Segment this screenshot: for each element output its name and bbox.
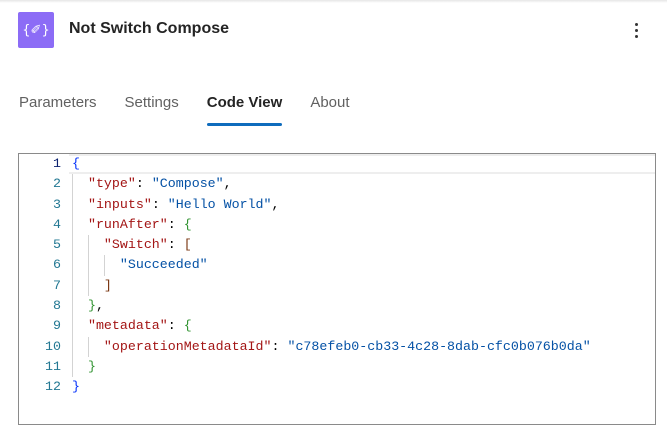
code-line[interactable]: 5 "Switch": [ [19, 235, 655, 256]
code-text: { [72, 154, 80, 174]
json-punctuation [72, 278, 104, 293]
json-punctuation: , [223, 176, 232, 192]
line-number: 5 [53, 237, 61, 253]
code-line[interactable]: 9 "metadata": { [19, 316, 655, 337]
tab-code-view[interactable]: Code View [206, 94, 282, 126]
code-line[interactable]: 4 "runAfter": { [19, 214, 655, 236]
code-text: "Succeeded" [72, 255, 208, 275]
json-bracket: } [87, 298, 96, 314]
json-bracket: { [183, 318, 192, 334]
json-punctuation: : [151, 196, 168, 212]
json-key: "inputs" [87, 196, 152, 212]
json-bracket: } [72, 379, 80, 395]
json-punctuation: : [167, 216, 184, 232]
json-bracket: { [183, 216, 192, 232]
json-punctuation [72, 359, 88, 374]
line-number: 12 [45, 379, 61, 395]
json-string: "Compose" [151, 176, 224, 192]
code-text: "inputs": "Hello World", [72, 195, 280, 215]
json-key: "operationMetadataId" [103, 338, 272, 354]
tab-parameters[interactable]: Parameters [19, 94, 97, 111]
code-text: } [72, 357, 96, 377]
line-number: 8 [53, 298, 61, 314]
code-editor[interactable]: 1{2 "type": "Compose", 3 "inputs": "Hello… [18, 153, 656, 425]
json-string: "c78efeb0-cb33-4c28-8dab-cfc0b076b0da" [287, 338, 591, 354]
json-punctuation: : [271, 338, 288, 354]
line-number: 11 [45, 358, 61, 374]
json-string: "Succeeded" [119, 257, 208, 273]
json-key: "Switch" [103, 237, 168, 253]
json-punctuation: , [271, 196, 280, 212]
code-text: "Switch": [ [72, 235, 192, 255]
line-number: 9 [53, 318, 61, 334]
json-punctuation [72, 339, 104, 354]
code-text: } [72, 377, 80, 397]
json-punctuation [72, 257, 120, 272]
json-punctuation [72, 176, 88, 191]
json-bracket: { [72, 156, 80, 171]
code-line[interactable]: 7 ] [19, 275, 655, 297]
code-line[interactable]: 10 "operationMetadataId": "c78efeb0-cb33… [19, 336, 655, 357]
top-shadow [0, 0, 667, 3]
json-punctuation: : [135, 176, 152, 192]
code-text: "type": "Compose", [72, 174, 232, 194]
code-line[interactable]: 1{ [19, 154, 655, 175]
line-number: 10 [45, 338, 61, 354]
code-text: "operationMetadataId": "c78efeb0-cb33-4c… [72, 337, 591, 357]
json-punctuation: : [167, 318, 184, 334]
json-punctuation [72, 318, 88, 333]
code-line[interactable]: 6 "Succeeded" [19, 255, 655, 276]
code-line[interactable]: 8 }, [19, 296, 655, 317]
code-line[interactable]: 2 "type": "Compose", [19, 174, 655, 195]
json-key: "metadata" [87, 318, 168, 334]
line-number: 6 [53, 257, 61, 273]
code-text: "runAfter": { [72, 215, 192, 235]
line-number: 4 [53, 216, 61, 232]
json-punctuation [72, 197, 88, 212]
json-punctuation [72, 298, 88, 313]
code-line[interactable]: 3 "inputs": "Hello World", [19, 194, 655, 215]
json-punctuation [72, 237, 104, 252]
line-number: 2 [53, 176, 61, 192]
code-line[interactable]: 12} [19, 377, 655, 397]
line-number: 1 [53, 156, 61, 171]
json-string: "Hello World" [167, 196, 272, 212]
json-punctuation [72, 217, 88, 232]
json-key: "runAfter" [87, 216, 168, 232]
json-bracket: ] [103, 277, 112, 293]
code-text: ] [72, 276, 112, 296]
line-number: 3 [53, 196, 61, 212]
code-text: "metadata": { [72, 316, 192, 336]
tab-bar: Parameters Settings Code View About [19, 94, 378, 126]
json-bracket: [ [183, 237, 192, 253]
tab-about[interactable]: About [310, 94, 349, 111]
json-punctuation: : [167, 237, 184, 253]
page-title: Not Switch Compose [69, 20, 230, 37]
json-punctuation: , [95, 298, 104, 314]
braces-pencil-icon: {✐} [18, 12, 54, 48]
code-line[interactable]: 11 } [19, 356, 655, 378]
json-key: "type" [87, 176, 136, 192]
json-bracket: } [87, 358, 96, 374]
line-number: 7 [53, 277, 61, 293]
tab-settings[interactable]: Settings [125, 94, 179, 111]
more-options-icon[interactable] [628, 18, 644, 42]
code-text: }, [72, 296, 104, 316]
